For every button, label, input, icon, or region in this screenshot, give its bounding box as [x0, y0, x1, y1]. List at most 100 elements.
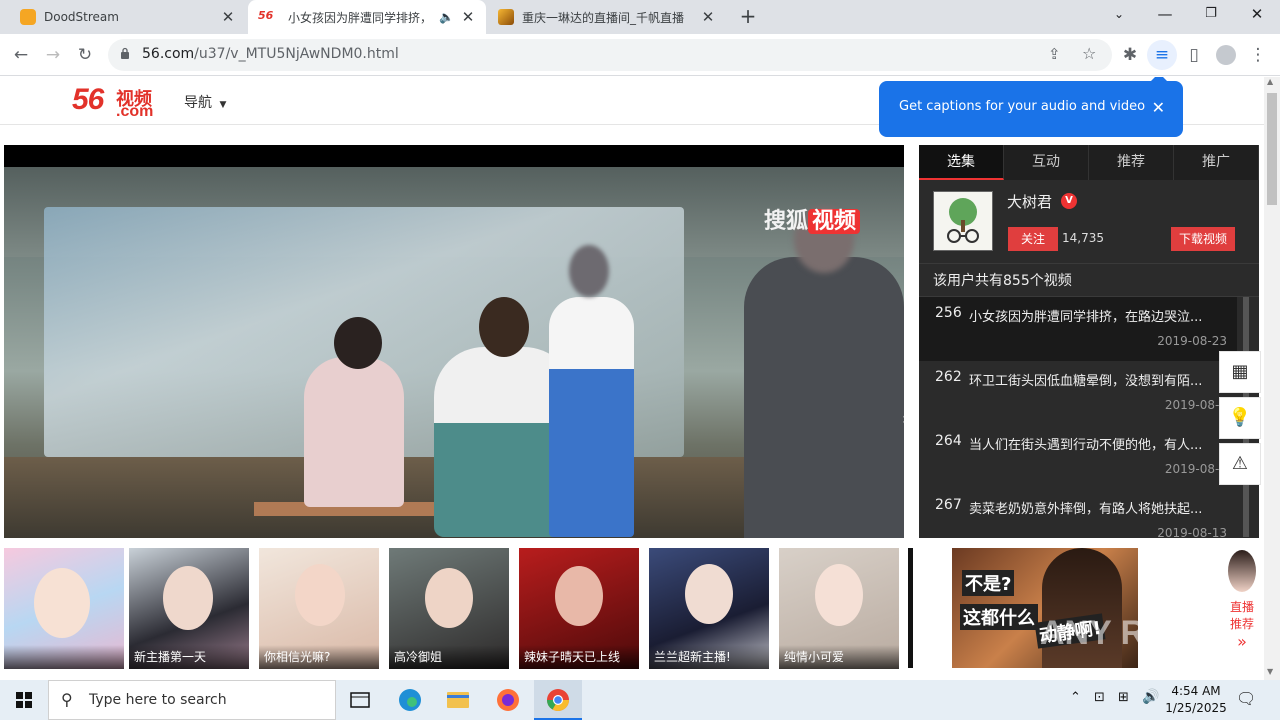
lightbulb-icon[interactable]: 💡 [1219, 397, 1261, 439]
live-recommend[interactable]: 直播 推荐 » [1222, 548, 1262, 668]
episode-date: 2019-08-1 [1164, 462, 1227, 476]
volume-icon[interactable]: 🔊 [1142, 689, 1159, 705]
system-clock[interactable]: 4:54 AM 1/25/2025 [1164, 683, 1228, 717]
tab-promote[interactable]: 推广 [1174, 145, 1259, 180]
verified-badge-icon: V [1061, 193, 1077, 209]
episode-date: 2019-08-2 [1164, 398, 1227, 412]
search-placeholder: Type here to search [89, 692, 227, 708]
double-chevron-right-icon: » [1237, 632, 1247, 651]
video-frame[interactable]: 搜狐视频 › [4, 167, 904, 538]
uploader-name[interactable]: 大树君 [1007, 191, 1052, 212]
tab-title: 重庆一琳达的直播间_千帆直播 [522, 10, 685, 25]
edge-browser-icon[interactable] [386, 680, 434, 720]
menu-kebab-icon[interactable]: ⋮ [1243, 40, 1273, 70]
qianfan-favicon-icon [498, 9, 514, 25]
live-thumbnail[interactable] [4, 548, 124, 669]
webpage: 56 视频 .com 导航 ▼ Get captions for your au… [0, 77, 1264, 680]
56-logo[interactable]: 56 视频 .com [72, 83, 153, 120]
close-icon[interactable]: ✕ [700, 8, 716, 26]
tab-interact[interactable]: 互动 [1004, 145, 1089, 180]
thumbnail-caption [4, 645, 124, 669]
portrait-shape [295, 564, 345, 626]
caption-promo-text: Get captions for your audio and video [899, 99, 1146, 114]
notification-icon[interactable]: 🗨 [1236, 689, 1256, 708]
live-thumbnail[interactable]: 纯情小可爱 [779, 548, 899, 669]
tab-search-chevron-icon[interactable]: ⌄ [1096, 0, 1142, 30]
girl-head [334, 317, 382, 369]
episode-item[interactable]: 264 当人们在街头遇到行动不便的他，有人... 2019-08-1 [919, 425, 1237, 489]
minimize-icon[interactable]: — [1142, 0, 1188, 30]
scrollbar-thumb[interactable] [1267, 93, 1277, 205]
chevron-up-icon[interactable]: ⌃ [1070, 690, 1081, 705]
extensions-puzzle-icon[interactable]: ✱ [1115, 40, 1145, 70]
live-thumbnail[interactable]: 新主播第一天 [129, 548, 249, 669]
reload-icon[interactable]: ↻ [70, 40, 100, 70]
portrait-shape [163, 566, 213, 630]
close-window-icon[interactable]: ✕ [1234, 0, 1280, 30]
tab-episodes[interactable]: 选集 [919, 145, 1004, 180]
tab-recommend[interactable]: 推荐 [1089, 145, 1174, 180]
close-icon[interactable]: ✕ [220, 8, 236, 26]
close-icon[interactable]: ✕ [1152, 98, 1165, 117]
live-thumbnail[interactable]: 兰兰超新主播! [649, 548, 769, 669]
scroll-down-icon[interactable]: ▼ [1267, 667, 1273, 676]
forward-arrow-icon[interactable]: → [38, 40, 68, 70]
tab-qianfan-live[interactable]: 重庆一琳达的直播间_千帆直播 ✕ [488, 0, 726, 34]
episode-item[interactable]: 267 卖菜老奶奶意外摔倒，有路人将她扶起... 2019-08-13 [919, 489, 1237, 553]
video-player[interactable]: 搜狐视频 › [4, 145, 904, 538]
url-host: 56.com [142, 46, 195, 62]
boy-head-blurred [569, 245, 609, 297]
episode-number: 264 [935, 433, 962, 449]
download-video-button[interactable]: 下载视频 [1171, 227, 1235, 251]
lock-icon[interactable] [120, 47, 130, 59]
episode-item[interactable]: 262 环卫工街头因低血糖晕倒，没想到有陌... 2019-08-2 [919, 361, 1237, 425]
follow-button[interactable]: 关注 [1008, 227, 1058, 251]
firefox-icon[interactable] [484, 680, 532, 720]
nav-dropdown[interactable]: 导航 ▼ [184, 92, 226, 112]
warning-triangle-icon[interactable]: ⚠ [1219, 443, 1261, 485]
tab-title: DoodStream [44, 10, 119, 24]
tab-doodstream[interactable]: DoodStream ✕ [10, 0, 246, 34]
taskbar-search-box[interactable]: ⚲ Type here to search [48, 680, 336, 720]
side-panel-icon[interactable]: ▯ [1179, 40, 1209, 70]
task-view-icon[interactable] [336, 680, 384, 720]
thumbnail-caption: 你相信光嘛? [259, 645, 379, 669]
address-bar[interactable]: 56.com/u37/v_MTU5NjAwNDM0.html ⇪ ☆ [108, 39, 1112, 71]
live-thumbnail[interactable]: 高冷御姐 [389, 548, 509, 669]
portrait-shape [34, 568, 90, 638]
file-explorer-icon[interactable] [434, 680, 482, 720]
sohu-video-watermark: 搜狐 视频 [764, 203, 861, 235]
chevron-right-icon[interactable]: › [902, 409, 904, 428]
episode-number: 262 [935, 369, 962, 385]
new-tab-plus-icon[interactable]: + [736, 5, 760, 29]
meet-now-icon[interactable]: ⊡ [1094, 690, 1105, 705]
live-thumbnail[interactable]: 你相信光嘛? [259, 548, 379, 669]
back-arrow-icon[interactable]: ← [6, 40, 36, 70]
thumbnail-caption: 辣妹子晴天已上线 [519, 645, 639, 669]
speaker-icon[interactable]: 🔈 [439, 10, 454, 24]
bookmark-star-icon[interactable]: ☆ [1082, 44, 1096, 63]
browser-toolbar: ← → ↻ 56.com/u37/v_MTU5NjAwNDM0.html ⇪ ☆… [0, 34, 1280, 76]
episode-title: 环卫工街头因低血糖晕倒，没想到有陌... [969, 374, 1203, 389]
thumbnail-divider [908, 548, 913, 668]
url-text[interactable]: 56.com/u37/v_MTU5NjAwNDM0.html [142, 46, 399, 62]
qr-code-icon[interactable]: ▦ [1219, 351, 1261, 393]
profile-avatar-icon[interactable] [1211, 40, 1241, 70]
close-icon[interactable]: ✕ [460, 8, 476, 26]
uploader-avatar[interactable] [933, 191, 993, 251]
live-caption-icon[interactable]: ≡ [1147, 40, 1177, 70]
share-icon[interactable]: ⇪ [1048, 45, 1061, 63]
episode-date: 2019-08-13 [1157, 526, 1227, 540]
scroll-up-icon[interactable]: ▲ [1267, 77, 1273, 86]
portrait-shape [685, 564, 733, 624]
tab-56-video[interactable]: 56 小女孩因为胖遭同学排挤， 🔈 ✕ [248, 0, 486, 34]
page-scrollbar[interactable]: ▲ ▼ [1264, 77, 1280, 680]
restore-icon[interactable]: ❐ [1188, 0, 1234, 30]
chrome-icon[interactable] [534, 680, 582, 720]
network-icon[interactable]: ⊞ [1118, 690, 1129, 705]
windows-start-icon[interactable] [0, 680, 48, 720]
live-thumbnail[interactable]: 辣妹子晴天已上线 [519, 548, 639, 669]
man-figure [744, 257, 904, 538]
episode-title: 当人们在街头遇到行动不便的他，有人... [969, 438, 1203, 453]
episode-item[interactable]: 256 小女孩因为胖遭同学排挤，在路边哭泣... 2019-08-23 [919, 297, 1237, 361]
